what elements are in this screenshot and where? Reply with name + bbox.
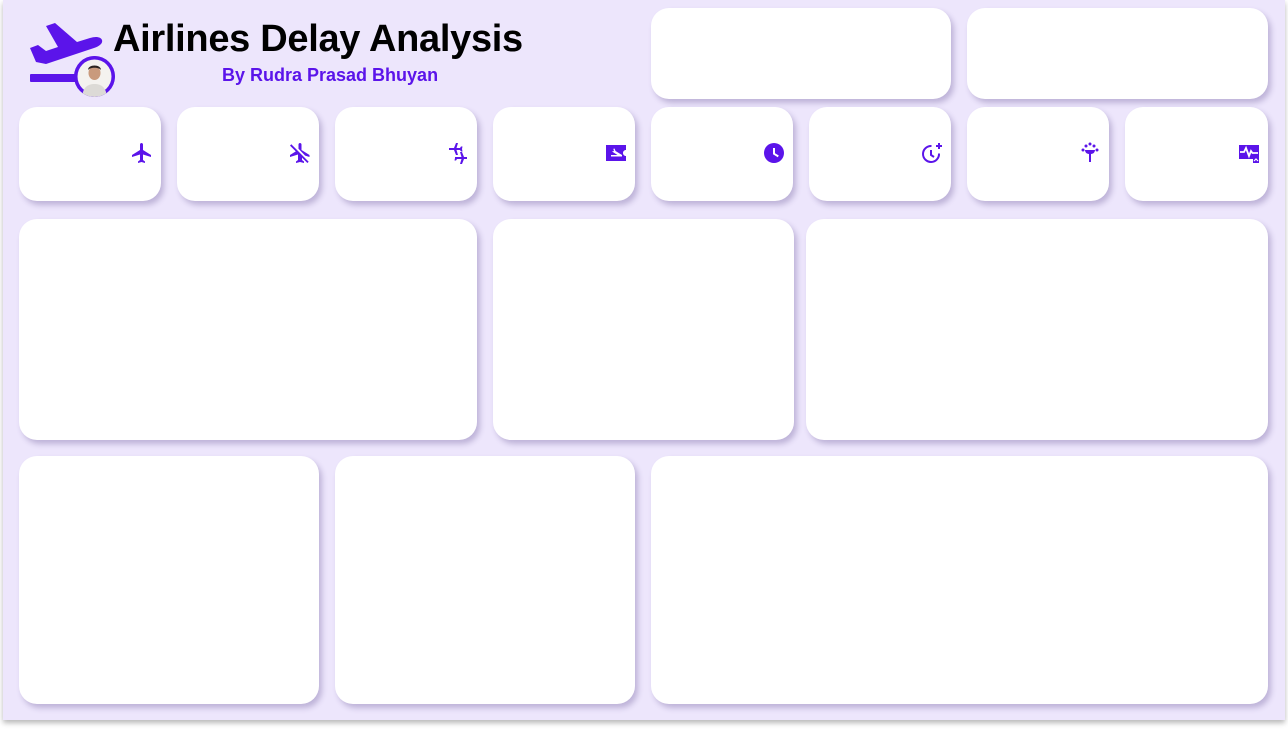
kpi-card-2 (177, 107, 319, 201)
header-slicer-card-2[interactable] (967, 8, 1268, 99)
weather-tree-icon (1078, 141, 1102, 165)
kpi-card-1 (19, 107, 161, 201)
airplane-icon (130, 141, 154, 165)
kpi-card-6 (809, 107, 951, 201)
kpi-card-8 (1125, 107, 1268, 201)
clock-plus-icon (920, 141, 944, 165)
author-subtitle: By Rudra Prasad Bhuyan (222, 65, 439, 85)
clock-icon (762, 141, 786, 165)
chart-panel-6[interactable] (651, 456, 1268, 704)
header-slicer-card-1[interactable] (651, 8, 951, 99)
kpi-card-7 (967, 107, 1109, 201)
chart-panel-2[interactable] (493, 219, 794, 440)
chart-panel-1[interactable] (19, 219, 477, 440)
author-avatar (74, 56, 115, 97)
page-title: Airlines Delay Analysis (113, 18, 523, 60)
kpi-card-3 (335, 107, 477, 201)
connecting-flights-icon (446, 141, 470, 165)
airplane-off-icon (288, 141, 312, 165)
chart-panel-5[interactable] (335, 456, 635, 704)
flight-ticket-icon (604, 141, 628, 165)
kpi-card-4 (493, 107, 635, 201)
heart-monitor-icon (1237, 141, 1261, 165)
chart-panel-4[interactable] (19, 456, 319, 704)
kpi-card-5 (651, 107, 793, 201)
chart-panel-3[interactable] (806, 219, 1268, 440)
